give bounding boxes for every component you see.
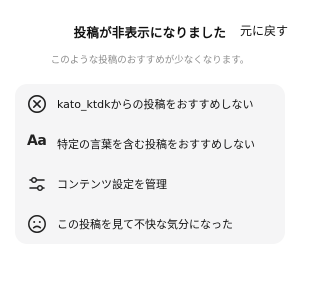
- x-circle-icon: [28, 95, 46, 113]
- menu-item-label: コンテンツ設定を管理: [57, 178, 167, 191]
- sliders-icon: [29, 176, 45, 192]
- sheet-subtitle: このような投稿のおすすめが少なくなります。: [50, 55, 250, 66]
- menu-item-uncomfortable[interactable]: この投稿を見て不快な気分になった: [15, 204, 285, 244]
- sheet-header: 投稿が非表示になりました 元に戻す: [0, 20, 300, 46]
- menu-item-label: この投稿を見て不快な気分になった: [57, 218, 233, 231]
- options-menu: kato_ktdkからの投稿をおすすめしない Aa 特定の言葉を含む投稿をおすす…: [15, 84, 285, 244]
- menu-item-not-recommend-words[interactable]: Aa 特定の言葉を含む投稿をおすすめしない: [15, 124, 285, 164]
- menu-item-content-settings[interactable]: コンテンツ設定を管理: [15, 164, 285, 204]
- menu-item-not-recommend-user[interactable]: kato_ktdkからの投稿をおすすめしない: [15, 84, 285, 124]
- text-aa-icon: Aa: [27, 133, 47, 149]
- menu-item-label: kato_ktdkからの投稿をおすすめしない: [57, 98, 254, 111]
- sad-face-icon: [28, 215, 46, 233]
- post-hidden-sheet: 投稿が非表示になりました 元に戻す このような投稿のおすすめが少なくなります。 …: [0, 0, 300, 288]
- menu-item-label: 特定の言葉を含む投稿をおすすめしない: [57, 138, 255, 151]
- undo-button[interactable]: 元に戻す: [240, 22, 288, 39]
